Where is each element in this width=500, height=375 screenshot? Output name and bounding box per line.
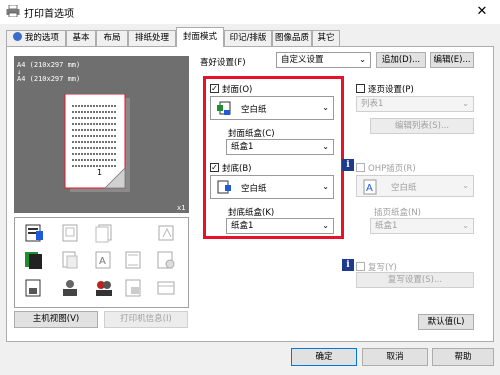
account-track-icon[interactable] bbox=[93, 278, 115, 298]
front-cover-paper-icon bbox=[217, 101, 231, 115]
tab-layout[interactable]: 布局 bbox=[96, 30, 128, 46]
tab-other[interactable]: 其它 bbox=[312, 30, 340, 46]
document-preview-icon bbox=[64, 94, 130, 192]
ok-button[interactable]: 确定 bbox=[291, 348, 357, 366]
ohp-paper-icon: A bbox=[363, 179, 377, 195]
printer-info-button[interactable]: 打印机信息(I) bbox=[104, 311, 188, 328]
per-page-list-value: 列表1 bbox=[361, 99, 384, 109]
back-cover-tray-value: 纸盒1 bbox=[231, 221, 254, 231]
cover-front-back-icon[interactable] bbox=[23, 223, 45, 243]
chevron-down-icon: ⌄ bbox=[462, 181, 469, 190]
back-cover-paper-icon bbox=[217, 180, 231, 194]
chevron-down-icon: ⌄ bbox=[462, 221, 469, 230]
back-cover-checkbox[interactable]: ✓ bbox=[210, 163, 219, 172]
ohp-interleave-icon[interactable] bbox=[59, 223, 81, 243]
chevron-down-icon: ⌄ bbox=[322, 182, 329, 191]
favorites-label: 喜好设置(F) bbox=[200, 58, 246, 68]
function-icon-panel: A bbox=[14, 217, 189, 308]
front-cover-paper-select[interactable]: 空白纸 ⌄ bbox=[210, 96, 334, 120]
ohp-tray-label: 插页纸盒(N) bbox=[374, 208, 421, 218]
secure-print-icon[interactable] bbox=[123, 278, 145, 298]
tab-my-options[interactable]: 我的选项 bbox=[6, 30, 66, 46]
ohp-paper-select[interactable]: A 空白纸 ⌄ bbox=[356, 175, 474, 197]
back-cover-paper-select[interactable]: 空白纸 ⌄ bbox=[210, 175, 334, 199]
text-overlay-icon[interactable]: A bbox=[93, 250, 115, 270]
paper-size-output: A4 (210x297 mm) bbox=[17, 75, 81, 83]
stamp-icon[interactable] bbox=[155, 223, 177, 243]
front-cover-tray-value: 纸盒1 bbox=[231, 142, 254, 152]
back-cover-label: 封底(B) bbox=[222, 164, 252, 174]
ohp-checkbox[interactable] bbox=[356, 163, 365, 172]
back-cover-tray-select[interactable]: 纸盒1 ⌄ bbox=[226, 218, 334, 234]
page-number: 1 bbox=[97, 168, 103, 177]
carbon-copy-checkbox[interactable] bbox=[356, 262, 365, 271]
restore-defaults-button[interactable]: 默认值(L) bbox=[418, 314, 474, 330]
ohp-tray-select[interactable]: 纸盒1 ⌄ bbox=[370, 218, 474, 234]
print-preview: A4 (210x297 mm) ↓ A4 (210x297 mm) 1 x1 bbox=[14, 56, 189, 213]
add-favorite-button[interactable]: 追加(D)... bbox=[376, 52, 426, 68]
tab-image-quality[interactable]: 图像品质 bbox=[272, 30, 312, 46]
per-page-checkbox[interactable] bbox=[356, 84, 365, 93]
tab-cover-mode[interactable]: 封面模式 bbox=[176, 27, 224, 47]
back-cover-paper-value: 空白纸 bbox=[241, 184, 267, 194]
front-cover-label: 封面(O) bbox=[222, 85, 253, 95]
carbon-copy-icon[interactable] bbox=[59, 250, 81, 270]
info-icon: i bbox=[342, 259, 354, 271]
user-auth-icon[interactable] bbox=[59, 278, 81, 298]
front-cover-tray-label: 封面纸盒(C) bbox=[228, 129, 275, 139]
svg-text:A: A bbox=[366, 183, 373, 194]
paper-size-original: A4 (210x297 mm) bbox=[17, 61, 81, 69]
front-cover-checkbox[interactable]: ✓ bbox=[210, 84, 219, 93]
printer-icon bbox=[6, 5, 20, 17]
edit-favorite-button[interactable]: 编辑(E)... bbox=[430, 52, 474, 68]
edit-list-button[interactable]: 编辑列表(S)... bbox=[370, 118, 474, 134]
box-save-icon[interactable] bbox=[155, 278, 177, 298]
per-page-list-select[interactable]: 列表1 ⌄ bbox=[356, 96, 474, 112]
user-icon bbox=[13, 32, 23, 41]
title-bar: 打印首选项 ✕ bbox=[0, 0, 500, 24]
per-page-setting-icon[interactable] bbox=[93, 223, 115, 243]
chevron-down-icon: ⌄ bbox=[322, 142, 329, 151]
document-list-icon[interactable] bbox=[23, 278, 45, 298]
window-title: 打印首选项 bbox=[24, 9, 74, 20]
chevron-down-icon: ⌄ bbox=[322, 221, 329, 230]
favorites-value: 自定义设置 bbox=[281, 55, 324, 65]
ohp-label: OHP插页(R) bbox=[368, 164, 416, 174]
color-cover-icon[interactable] bbox=[23, 250, 45, 270]
ohp-tray-value: 纸盒1 bbox=[375, 221, 398, 231]
svg-text:A: A bbox=[99, 256, 106, 267]
chevron-down-icon: ⌄ bbox=[462, 99, 469, 108]
info-icon: i bbox=[342, 159, 354, 171]
ohp-paper-value: 空白纸 bbox=[391, 183, 417, 193]
front-cover-paper-value: 空白纸 bbox=[241, 105, 267, 115]
printer-view-button[interactable]: 主机视图(V) bbox=[14, 311, 98, 328]
close-icon[interactable]: ✕ bbox=[472, 3, 492, 21]
header-footer-icon[interactable] bbox=[123, 250, 145, 270]
watermark-icon[interactable] bbox=[155, 250, 177, 270]
tab-label: 我的选项 bbox=[24, 33, 59, 43]
back-cover-tray-label: 封底纸盒(K) bbox=[228, 208, 275, 218]
per-page-label: 逐页设置(P) bbox=[368, 85, 414, 95]
chevron-down-icon: ⌄ bbox=[359, 55, 366, 64]
help-button[interactable]: 帮助 bbox=[432, 348, 494, 366]
tab-basic[interactable]: 基本 bbox=[66, 30, 96, 46]
copy-count: x1 bbox=[177, 204, 186, 212]
cancel-button[interactable]: 取消 bbox=[362, 348, 428, 366]
favorites-select[interactable]: 自定义设置 ⌄ bbox=[276, 52, 371, 68]
tab-stamp-composition[interactable]: 印记/排版 bbox=[224, 30, 272, 46]
tab-finishing[interactable]: 排纸处理 bbox=[128, 30, 176, 46]
front-cover-tray-select[interactable]: 纸盒1 ⌄ bbox=[226, 139, 334, 155]
carbon-settings-button[interactable]: 复写设置(S)... bbox=[356, 272, 474, 288]
chevron-down-icon: ⌄ bbox=[322, 103, 329, 112]
